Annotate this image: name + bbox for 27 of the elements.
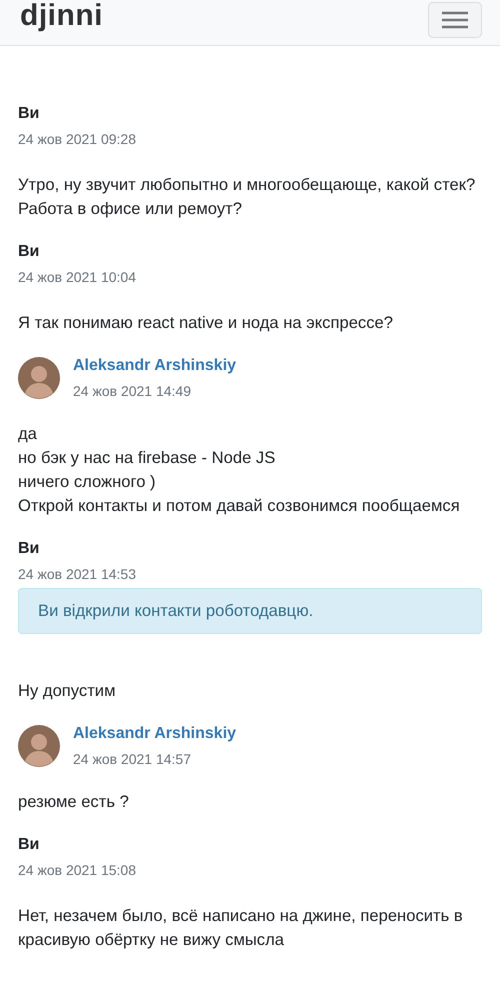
message-text: ничего сложного ) xyxy=(18,471,156,493)
sender-name: Ви xyxy=(18,242,40,262)
message-time: 24 жов 2021 14:57 xyxy=(73,750,192,768)
message-time: 24 жов 2021 15:08 xyxy=(18,861,138,879)
notice-alert: Ви відкрили контакти роботодавцю. xyxy=(18,588,482,634)
message-time: 24 жов 2021 09:28 xyxy=(18,130,138,148)
menu-icon xyxy=(441,10,469,30)
message-text: Ну допустим xyxy=(18,680,116,702)
sender-link[interactable]: Aleksandr Arshinskiy xyxy=(73,356,236,376)
sender-link[interactable]: Aleksandr Arshinskiy xyxy=(73,724,236,744)
message-text: Открой контакты и потом давай созвонимся пообщаемся xyxy=(18,495,460,517)
message-text: но бэк у нас на firebase - Node JS xyxy=(18,447,276,469)
logo[interactable]: djinni xyxy=(20,0,103,32)
sender-name: Ви xyxy=(18,104,40,124)
message-text: Нет, незачем было, всё написано на джине, переносить в красивую обёртку не вижу смысла xyxy=(18,905,464,951)
avatar xyxy=(18,725,60,767)
message-text: Утро, ну звучит любопытно и многообещающе, какой стек? Работа в офисе или ремоут? xyxy=(18,174,476,220)
message-text: да xyxy=(18,423,37,445)
sender-name: Ви xyxy=(18,835,40,855)
message-text: Я так понимаю react native и нода на экспрессе? xyxy=(18,312,393,334)
avatar xyxy=(18,357,60,399)
message-text: резюме есть ? xyxy=(18,791,129,813)
message-time: 24 жов 2021 14:49 xyxy=(73,382,192,400)
message-time: 24 жов 2021 14:53 xyxy=(18,565,138,583)
menu-button[interactable] xyxy=(428,2,482,38)
message-time: 24 жов 2021 10:04 xyxy=(18,268,138,286)
sender-name: Ви xyxy=(18,539,40,559)
